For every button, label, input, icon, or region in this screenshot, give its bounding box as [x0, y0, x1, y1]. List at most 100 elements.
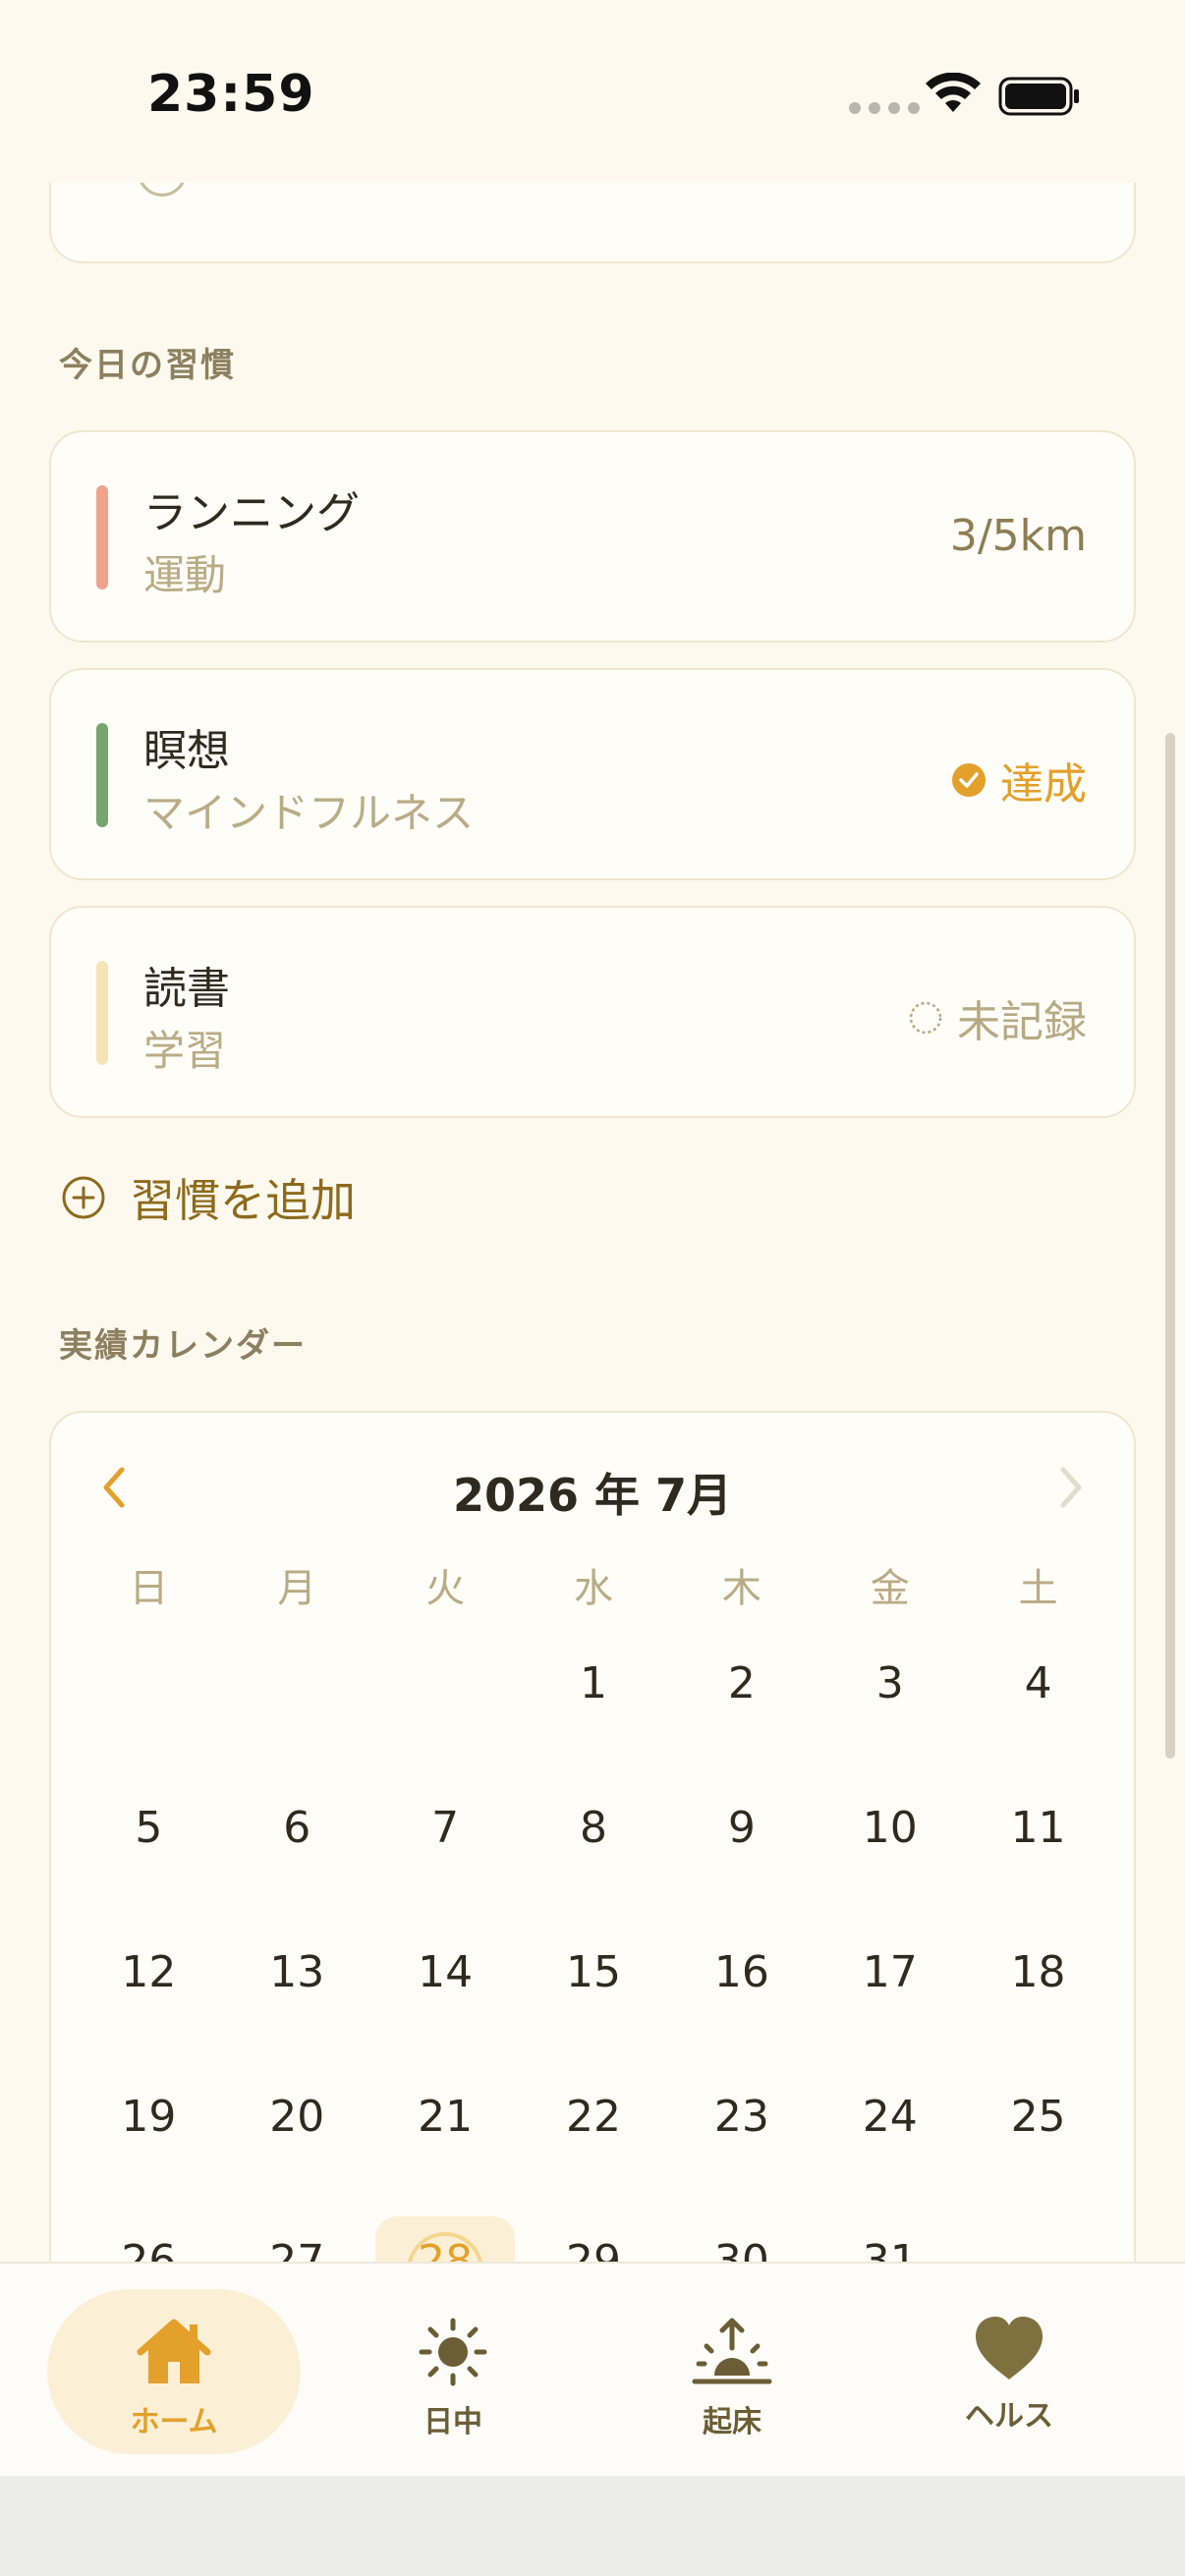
calendar-day[interactable]: 16 — [667, 1937, 816, 2082]
habit-category: マインドフルネス — [143, 789, 475, 837]
calendar-day[interactable]: 21 — [371, 2082, 520, 2226]
calendar-day-number: 6 — [283, 1803, 311, 1853]
calendar-title: 実績カレンダー — [59, 1326, 307, 1366]
habit-category: 学習 — [143, 1027, 227, 1075]
heart-icon — [976, 2317, 1043, 2380]
calendar-day-number: 25 — [1010, 2092, 1066, 2142]
calendar-day[interactable]: 14 — [371, 1937, 520, 2082]
battery-icon — [998, 77, 1079, 116]
calendar-month-label: 2026 年 7月 — [452, 1469, 733, 1522]
calendar-day-number: 11 — [1010, 1803, 1066, 1853]
calendar-empty-cell — [371, 1649, 520, 1793]
calendar-weekdays: 日月火水木金土 — [75, 1556, 1112, 1613]
weekday-label: 月 — [277, 1566, 317, 1611]
habit-name: 瞑想 — [143, 726, 230, 776]
habit-card-running[interactable]: ランニング 運動 3/5km — [49, 430, 1136, 643]
tab-bar: ホーム 日中 起床 ヘルス — [0, 2262, 1185, 2478]
habit-color-bar — [96, 485, 108, 589]
calendar-day-number: 17 — [862, 1947, 918, 1997]
scrollbar[interactable] — [1165, 733, 1175, 1759]
calendar-day-number: 19 — [121, 2092, 177, 2142]
weekday-label: 木 — [721, 1566, 762, 1611]
calendar-day-number: 10 — [862, 1803, 918, 1853]
calendar-day-number: 24 — [862, 2092, 918, 2142]
habit-category: 運動 — [143, 551, 227, 599]
calendar-day[interactable]: 2 — [667, 1649, 816, 1793]
calendar-day-number: 9 — [727, 1803, 756, 1853]
signal-dots-icon — [849, 102, 920, 114]
home-indicator-area — [0, 2476, 1185, 2576]
weekday-label: 土 — [1018, 1566, 1058, 1611]
wifi-icon — [926, 73, 981, 112]
app-screen: 23:59 今日の習慣 ランニング 運動 3/5km 瞑想 マインドフルネス 達… — [0, 0, 1185, 2576]
calendar-day-number: 4 — [1024, 1658, 1052, 1708]
tab-label: 起床 — [703, 2405, 762, 2439]
sunrise-icon — [692, 2318, 772, 2384]
calendar-day-number: 13 — [269, 1947, 325, 1997]
calendar-day[interactable]: 10 — [816, 1793, 964, 1937]
dotted-circle-icon — [909, 1001, 942, 1035]
habit-color-bar — [96, 723, 108, 827]
habit-name: ランニング — [143, 488, 360, 538]
tab-wakeup[interactable]: 起床 — [605, 2289, 859, 2454]
habit-status-text: 達成 — [1000, 759, 1087, 810]
calendar-day[interactable]: 4 — [964, 1649, 1112, 1793]
calendar-day-number: 2 — [727, 1658, 756, 1708]
calendar-day[interactable]: 15 — [520, 1937, 668, 2082]
calendar-day[interactable]: 8 — [520, 1793, 668, 1937]
calendar-day[interactable]: 23 — [667, 2082, 816, 2226]
calendar-day-number: 8 — [579, 1803, 607, 1853]
sun-icon — [419, 2318, 487, 2386]
calendar-day-number: 15 — [565, 1947, 621, 1997]
calendar-day[interactable]: 24 — [816, 2082, 964, 2226]
today-habits-title: 今日の習慣 — [59, 346, 236, 385]
habit-card-meditation[interactable]: 瞑想 マインドフルネス 達成 — [49, 668, 1136, 880]
habit-status-text: 3/5km — [949, 511, 1087, 561]
weekday-label: 日 — [129, 1566, 169, 1611]
calendar-day-number: 5 — [135, 1803, 163, 1853]
calendar-empty-cell — [223, 1649, 371, 1793]
calendar-day-number: 7 — [431, 1803, 460, 1853]
calendar-day[interactable]: 3 — [816, 1649, 964, 1793]
status-time: 23:59 — [147, 65, 315, 124]
calendar-day-number: 1 — [579, 1658, 607, 1708]
calendar-day[interactable]: 18 — [964, 1937, 1112, 2082]
calendar-day-number: 18 — [1010, 1947, 1066, 1997]
calendar-day-number: 22 — [565, 2092, 621, 2142]
calendar-day[interactable]: 7 — [371, 1793, 520, 1937]
tab-label: ヘルス — [965, 2399, 1053, 2434]
calendar-empty-cell — [75, 1649, 223, 1793]
calendar-day[interactable]: 22 — [520, 2082, 668, 2226]
calendar-day[interactable]: 19 — [75, 2082, 223, 2226]
habit-color-bar — [96, 961, 108, 1065]
habit-status: 3/5km — [950, 511, 1087, 561]
calendar-day-number: 3 — [875, 1658, 904, 1708]
calendar-day[interactable]: 5 — [75, 1793, 223, 1937]
calendar-day[interactable]: 9 — [667, 1793, 816, 1937]
calendar-day[interactable]: 1 — [520, 1649, 668, 1793]
calendar-day[interactable]: 17 — [816, 1937, 964, 2082]
weekday-label: 水 — [573, 1566, 613, 1611]
habit-card-reading[interactable]: 読書 学習 未記録 — [49, 906, 1136, 1118]
tab-daytime[interactable]: 日中 — [326, 2289, 580, 2454]
calendar-day-number: 20 — [269, 2092, 325, 2142]
chevron-right-icon[interactable] — [1051, 1464, 1091, 1511]
calendar-day[interactable]: 25 — [964, 2082, 1112, 2226]
calendar-day-number: 14 — [418, 1947, 474, 1997]
calendar-day[interactable]: 6 — [223, 1793, 371, 1937]
calendar-day[interactable]: 11 — [964, 1793, 1112, 1937]
tab-label: 日中 — [423, 2405, 482, 2439]
calendar-day-number: 16 — [713, 1947, 769, 1997]
tab-home[interactable]: ホーム — [47, 2289, 301, 2454]
tab-health[interactable]: ヘルス — [882, 2289, 1136, 2454]
calendar-day[interactable]: 12 — [75, 1937, 223, 2082]
weekday-label: 火 — [425, 1566, 466, 1611]
calendar-day-number: 21 — [418, 2092, 474, 2142]
calendar-day[interactable]: 20 — [223, 2082, 371, 2226]
add-habit-label: 習慣を追加 — [130, 1174, 356, 1227]
habit-status: 未記録 — [908, 986, 1087, 1049]
add-habit-button[interactable]: 習慣を追加 — [61, 1165, 356, 1230]
plus-circle-icon — [62, 1176, 105, 1219]
calendar-day[interactable]: 13 — [223, 1937, 371, 2082]
habit-status-text: 未記録 — [957, 997, 1087, 1047]
